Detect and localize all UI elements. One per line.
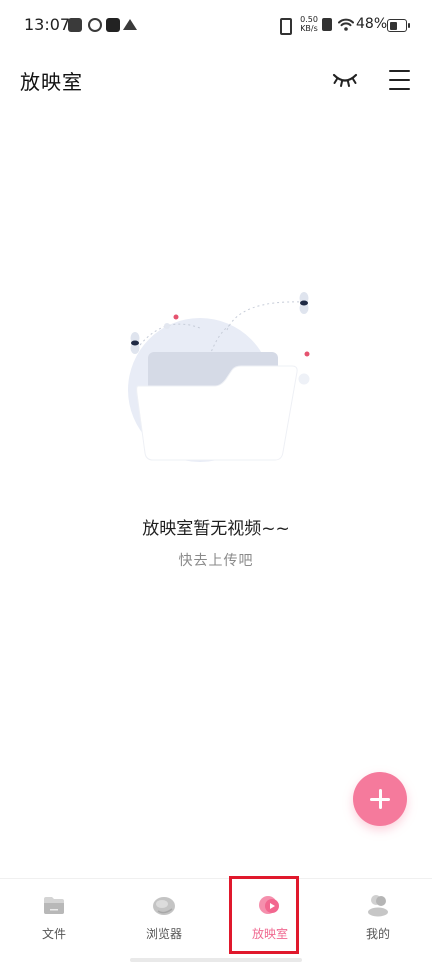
nav-label-browser: 浏览器 <box>145 927 182 941</box>
ring-icon <box>88 18 102 32</box>
theater-icon <box>259 896 279 914</box>
nav-item-profile[interactable]: 我的 <box>324 879 432 953</box>
status-bar: 13:07 0.50 KB/s 48% <box>0 0 432 50</box>
vibrate-icon <box>280 18 292 35</box>
tiktok-icon <box>106 18 120 32</box>
home-indicator[interactable] <box>130 958 302 962</box>
network-speed-unit: KB/s <box>300 24 318 33</box>
add-video-button[interactable] <box>353 772 407 826</box>
crown-icon <box>123 19 137 30</box>
bottom-nav: 文件 浏览器 放映室 我的 <box>0 878 432 965</box>
empty-folder-illustration <box>128 292 310 462</box>
empty-state-title: 放映室暂无视频~~ <box>142 519 290 539</box>
browser-icon <box>153 897 175 915</box>
wifi-icon <box>338 18 354 31</box>
profile-icon <box>368 895 388 917</box>
battery-percent: 48% <box>356 16 388 32</box>
network-speed-value: 0.50 <box>300 15 318 24</box>
status-time: 13:07 <box>24 15 71 34</box>
nav-label-files: 文件 <box>41 927 66 941</box>
battery-fill <box>389 21 397 30</box>
menu-button[interactable] <box>388 68 412 92</box>
battery-icon <box>387 19 410 32</box>
nav-item-browser[interactable]: 浏览器 <box>110 879 218 953</box>
nav-label-profile: 我的 <box>365 927 390 941</box>
eye-closed-icon <box>332 73 358 87</box>
empty-state-subtitle: 快去上传吧 <box>178 553 254 569</box>
file-icon <box>44 897 64 914</box>
page-title: 放映室 <box>20 70 83 94</box>
nav-item-theater[interactable]: 放映室 <box>216 879 324 953</box>
network-speed: 0.50 KB/s <box>296 15 322 33</box>
privacy-eye-button[interactable] <box>330 66 360 92</box>
inbox-icon <box>68 18 82 32</box>
no-sim-icon <box>322 18 332 31</box>
nav-label-theater: 放映室 <box>251 927 288 941</box>
nav-item-files[interactable]: 文件 <box>0 879 108 953</box>
